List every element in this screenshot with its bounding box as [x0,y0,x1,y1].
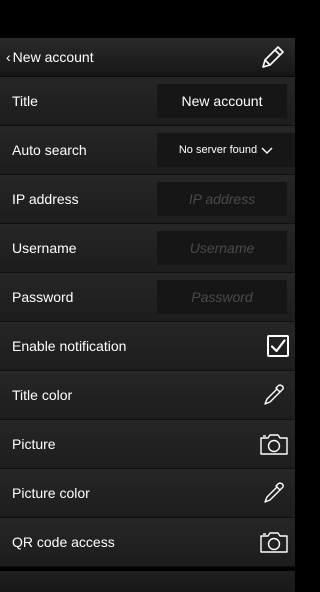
password-field[interactable] [157,280,287,314]
auto-search-row: Auto search No server found [0,126,295,175]
picture-label: Picture [12,436,56,452]
ip-address-label: IP address [12,191,79,207]
enable-notification-row: Enable notification [0,322,295,371]
eyedropper-icon[interactable] [259,380,289,410]
username-field[interactable] [157,231,287,265]
back-button[interactable]: ‹ New account [6,38,94,76]
qr-code-access-label: QR code access [12,534,115,550]
username-row: Username [0,224,295,273]
password-row: Password [0,273,295,322]
account-form: Title Auto search No server found IP add… [0,77,295,567]
chevron-left-icon: ‹ [6,49,11,65]
enable-notification-checkbox[interactable] [267,335,289,357]
qr-code-access-row[interactable]: QR code access [0,518,295,567]
enable-notification-label: Enable notification [12,338,127,354]
ip-address-row: IP address [0,175,295,224]
title-field[interactable] [157,84,287,118]
eyedropper-icon[interactable] [259,478,289,508]
title-label: Title [12,93,38,109]
auto-search-value: No server found [178,144,258,156]
camera-icon[interactable] [259,527,289,557]
ip-address-field[interactable] [157,182,287,216]
navigation-bar: ‹ New account [0,38,295,77]
picture-color-row[interactable]: Picture color [0,469,295,518]
back-button-label: New account [12,49,94,65]
auto-search-select[interactable]: No server found [157,133,295,167]
title-color-label: Title color [12,387,73,403]
title-color-row[interactable]: Title color [0,371,295,420]
username-label: Username [12,240,77,256]
checkmark-icon [270,339,286,353]
picture-color-label: Picture color [12,485,90,501]
status-bar [0,0,295,38]
auto-search-label: Auto search [12,142,87,158]
picture-row[interactable]: Picture [0,420,295,469]
chevron-down-icon [261,147,273,154]
camera-icon[interactable] [259,429,289,459]
title-row: Title [0,77,295,126]
pencil-icon[interactable] [257,41,287,73]
password-label: Password [12,289,74,305]
bottom-filler [0,571,295,592]
